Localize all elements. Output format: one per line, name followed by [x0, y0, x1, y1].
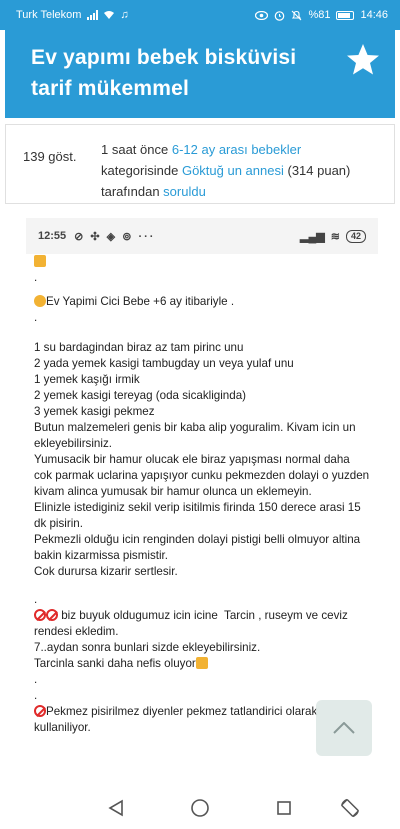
system-navigation-bar [0, 786, 400, 829]
carrier-name: Turk Telekom [16, 9, 82, 21]
recents-button[interactable] [272, 796, 296, 820]
asked-link[interactable]: soruldu [163, 184, 206, 199]
recipe-line: Tarcinla sanki daha nefis oluyor [34, 656, 370, 672]
view-count: 139 göst. [23, 149, 77, 164]
rotate-screen-button[interactable] [338, 796, 362, 820]
question-meta: 139 göst. 1 saat önce 6-12 ay arası bebe… [5, 124, 395, 204]
recipe-line [34, 326, 370, 340]
eye-icon [255, 10, 269, 20]
battery-icon [336, 10, 355, 20]
recipe-line: 1 su bardagindan biraz az tam pirinc unu [34, 341, 244, 354]
embedded-wifi-icon: ≋ [330, 230, 340, 243]
embedded-screenshot[interactable]: 12:55 ⊘ ✣ ◈ ⊚ ··· ▂▄▆ ≋ 42 . Ev Yapimi C… [26, 218, 378, 778]
back-button[interactable] [104, 796, 128, 820]
recipe-line: 2 yemek kasigi tereyag (oda sicakliginda… [34, 389, 247, 402]
scroll-to-top-button[interactable] [316, 700, 372, 756]
meta-info: 1 saat önce 6-12 ay arası bebekler kateg… [101, 139, 391, 202]
embedded-signal-icon: ▂▄▆ [300, 230, 325, 243]
monkey-emoji-icon [34, 255, 46, 267]
recipe-line: Butun malzemeleri genis bir kaba alip yo… [34, 421, 359, 450]
time-ago: 1 saat önce [101, 142, 169, 157]
recipe-line: Pekmezli olduğu icin renginden dolayi pi… [34, 533, 364, 562]
recipe-line [34, 580, 370, 592]
alarm-icon [275, 10, 285, 21]
recipe-line: . [34, 271, 38, 284]
recipe-line: 2 yada yemek kasigi tambugday un veya yu… [34, 357, 294, 370]
rotate-screen-icon [341, 798, 359, 818]
back-triangle-icon [108, 799, 123, 817]
embedded-battery: 42 [345, 229, 366, 243]
recipe-line: biz buyuk oldugumuz icin icine Tarcin , … [34, 609, 351, 638]
home-button[interactable] [188, 796, 212, 820]
recipe-line: Cok durursa kizarir sertlesir. [34, 565, 178, 578]
chevron-up-icon [333, 722, 355, 734]
see-no-evil-emoji-icon [195, 657, 208, 669]
category-link[interactable]: 6-12 ay arası bebekler [172, 142, 301, 157]
by-text: tarafından [101, 184, 160, 199]
recipe-line: . [34, 311, 38, 324]
music-icon: ♫ [120, 9, 129, 21]
star-icon[interactable] [345, 42, 381, 78]
recipe-line: Ev Yapimi Cici Bebe +6 ay itibariyle . [34, 294, 370, 310]
recipe-line: Yumusacik bir hamur olucak ele biraz yap… [34, 453, 373, 498]
embedded-status-bar: 12:55 ⊘ ✣ ◈ ⊚ ··· ▂▄▆ ≋ 42 [26, 218, 378, 254]
recipe-text: . Ev Yapimi Cici Bebe +6 ay itibariyle .… [26, 254, 378, 736]
home-circle-icon [191, 799, 209, 817]
recipe-line: Elinizle istediginiz sekil verip isitilm… [34, 501, 364, 530]
embedded-status-icons: ⊘ ✣ ◈ ⊚ ··· [74, 230, 156, 243]
recipe-line: . [34, 593, 38, 606]
wifi-icon [104, 11, 115, 19]
recents-square-icon [277, 801, 291, 815]
emoji-line [34, 254, 370, 270]
status-bar: Turk Telekom ♫ %81 14:46 [0, 0, 400, 30]
embedded-time: 12:55 [38, 230, 67, 242]
clock: 14:46 [360, 9, 388, 21]
recipe-line: 7..aydan sonra bunlari sizde ekleyebilir… [34, 641, 261, 654]
signal-icon [87, 10, 99, 20]
no-entry-icon [34, 705, 46, 717]
no-entry-icon [46, 609, 58, 621]
question-header: Ev yapımı bebek bisküvisi tarif mükemmel [5, 30, 395, 118]
no-entry-icon [34, 609, 46, 621]
battery-percent: %81 [308, 9, 331, 21]
cookie-emoji-icon [34, 295, 46, 307]
mute-bell-icon [292, 10, 302, 20]
author-link[interactable]: Göktuğ un annesi [182, 163, 284, 178]
author-points: (314 puan) [287, 163, 351, 178]
page-title: Ev yapımı bebek bisküvisi tarif mükemmel [31, 46, 297, 100]
recipe-line: 3 yemek kasigi pekmez [34, 405, 155, 418]
recipe-line: 1 yemek kaşığı irmik [34, 373, 140, 386]
recipe-line: . [34, 673, 38, 686]
category-suffix: kategorisinde [101, 163, 179, 178]
